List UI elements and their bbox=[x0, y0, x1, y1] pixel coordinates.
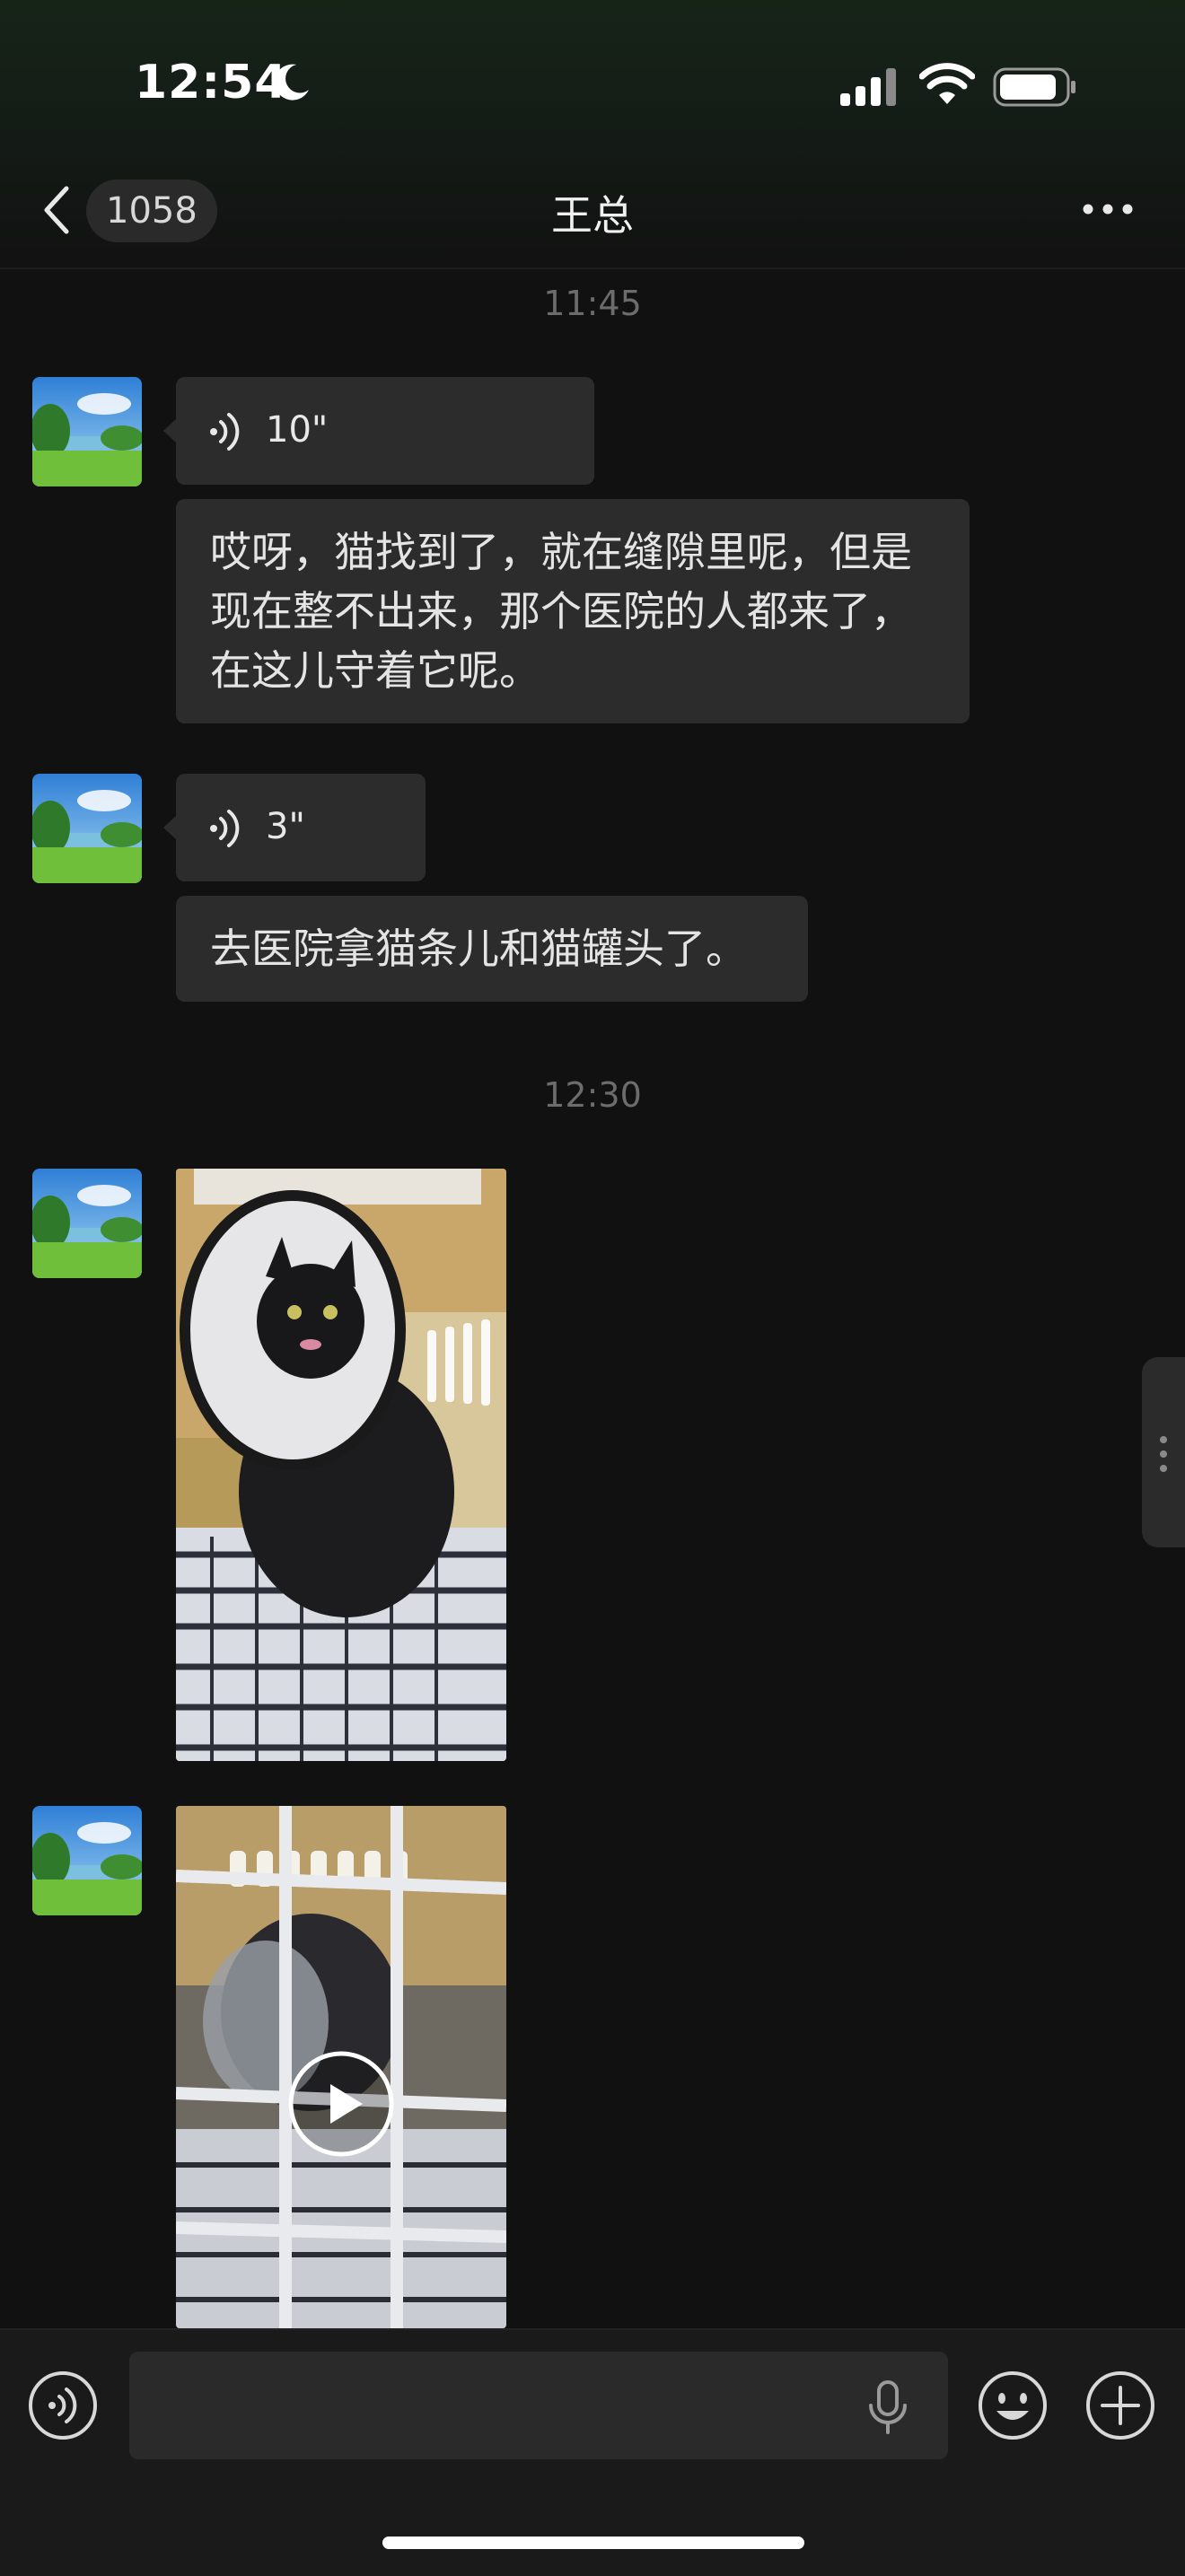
voice-message-bubble[interactable]: 3" bbox=[176, 774, 426, 881]
avatar[interactable] bbox=[32, 1169, 142, 1278]
battery-icon bbox=[993, 67, 1075, 107]
chat-title: 王总 bbox=[551, 191, 634, 240]
moon-icon bbox=[274, 64, 309, 101]
plus-circle-icon[interactable] bbox=[1084, 2370, 1156, 2441]
text-message-bubble[interactable]: 哎呀，猫找到了，就在缝隙里呢，但是现在整不出来，那个医院的人都来了，在这儿守着它… bbox=[176, 499, 970, 723]
cat-photo bbox=[176, 1169, 506, 1761]
bubble-tail bbox=[163, 816, 176, 839]
timestamp: 11:45 bbox=[543, 284, 642, 323]
play-icon[interactable] bbox=[287, 2050, 395, 2158]
status-time: 12:54 bbox=[135, 56, 288, 110]
voice-toggle-icon[interactable] bbox=[27, 2370, 99, 2441]
side-drawer-handle[interactable] bbox=[1142, 1357, 1185, 1547]
more-dots-icon[interactable] bbox=[1081, 202, 1135, 216]
wifi-icon bbox=[919, 63, 975, 104]
voice-duration: 3" bbox=[266, 806, 305, 847]
timestamp: 12:30 bbox=[543, 1075, 642, 1115]
voice-duration: 10" bbox=[266, 409, 329, 451]
voice-wave-icon bbox=[210, 413, 240, 451]
avatar[interactable] bbox=[32, 377, 142, 486]
voice-message-bubble[interactable]: 10" bbox=[176, 377, 594, 485]
avatar[interactable] bbox=[32, 1806, 142, 1915]
microphone-icon[interactable] bbox=[865, 2379, 910, 2436]
image-message[interactable] bbox=[176, 1169, 506, 1761]
message-input[interactable] bbox=[129, 2352, 948, 2459]
bubble-tail bbox=[163, 419, 176, 442]
video-message[interactable] bbox=[176, 1806, 506, 2328]
home-indicator bbox=[382, 2537, 804, 2549]
cellular-signal-icon bbox=[840, 68, 896, 106]
voice-wave-icon bbox=[210, 810, 240, 847]
avatar[interactable] bbox=[32, 774, 142, 883]
header-divider bbox=[0, 267, 1185, 269]
emoji-icon[interactable] bbox=[977, 2370, 1049, 2441]
vertical-dots-icon bbox=[1160, 1436, 1167, 1472]
text-message-bubble[interactable]: 去医院拿猫条儿和猫罐头了。 bbox=[176, 896, 808, 1002]
